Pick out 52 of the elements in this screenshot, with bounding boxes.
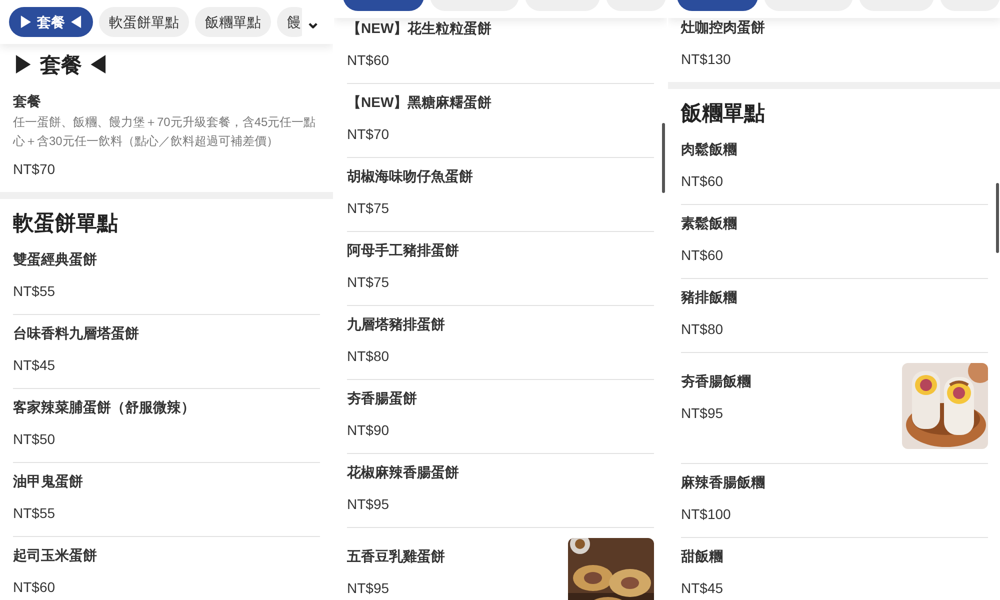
section-heading: ▶ 套餐 ◀ (13, 53, 110, 80)
item-name: 阿母手工豬排蛋餅 (347, 241, 459, 260)
category-tab[interactable]: 飯糰單點 (194, 7, 271, 37)
item-name: 豬排飯糰 (681, 288, 737, 307)
item-name: 肉鬆飯糰 (681, 140, 737, 159)
category-tab[interactable]: 軟蛋餅單點 (98, 7, 189, 37)
item-name: 台味香料九層塔蛋餅 (13, 324, 139, 343)
item-price: NT$80 (681, 320, 724, 339)
item-price: NT$55 (13, 504, 56, 523)
item-name: 【NEW】黑糖麻糬蛋餅 (347, 93, 492, 112)
item-name: 客家辣菜脯蛋餅（舒服微辣） (13, 398, 195, 417)
item-price: NT$100 (681, 505, 732, 524)
section-heading: 飯糰單點 (681, 101, 766, 128)
section-heading: 軟蛋餅單點 (13, 211, 119, 238)
item-name: 花椒麻辣香腸蛋餅 (347, 463, 459, 482)
item-price: NT$80 (347, 347, 390, 366)
item-name: 夯香腸蛋餅 (347, 389, 417, 408)
item-name: 灶咖控肉蛋餅 (681, 18, 765, 37)
item-price: NT$60 (13, 578, 56, 597)
item-name: 雙蛋經典蛋餅 (13, 250, 97, 269)
item-name: 麻辣香腸飯糰 (681, 473, 765, 492)
item-description: 任一蛋餅、飯糰、饅力堡＋70元升級套餐，含45元任一點心＋含30元任一飲料（點心／飲料超過可補差價） (13, 114, 317, 150)
category-tab[interactable]: 饅 (276, 7, 302, 37)
item-name: 夯香腸飯糰 (681, 372, 751, 391)
item-price: NT$55 (13, 282, 56, 301)
item-price: NT$60 (347, 51, 390, 70)
item-name: 甜飯糰 (681, 547, 724, 566)
item-name: 【NEW】花生粒粒蛋餅 (347, 19, 492, 38)
scrollbar-thumb[interactable] (662, 123, 665, 193)
item-price: NT$75 (347, 273, 390, 292)
item-price: NT$95 (347, 495, 390, 514)
item-name: 胡椒海味吻仔魚蛋餅 (347, 167, 473, 186)
category-tab[interactable]: ▶ 套餐 ◀ (9, 7, 93, 37)
item-price: NT$45 (681, 579, 724, 598)
item-price: NT$130 (681, 50, 732, 69)
item-name: 素鬆飯糰 (681, 214, 737, 233)
item-price: NT$45 (13, 356, 56, 375)
item-name: 九層塔豬排蛋餅 (347, 315, 445, 334)
item-name: 油甲鬼蛋餅 (13, 472, 83, 491)
item-price: NT$90 (347, 421, 390, 440)
item-price: NT$75 (347, 199, 390, 218)
scrollbar-thumb[interactable] (996, 183, 999, 253)
item-price: NT$70 (13, 160, 56, 179)
item-price: NT$60 (681, 246, 724, 265)
item-name: 套餐 (13, 92, 42, 111)
item-price: NT$95 (347, 579, 390, 598)
item-price: NT$50 (13, 430, 56, 449)
item-name: 起司玉米蛋餅 (13, 546, 97, 565)
item-price: NT$95 (681, 404, 724, 423)
item-price: NT$70 (347, 125, 390, 144)
item-price: NT$60 (681, 172, 724, 191)
item-name: 五香豆乳雞蛋餅 (347, 547, 445, 566)
